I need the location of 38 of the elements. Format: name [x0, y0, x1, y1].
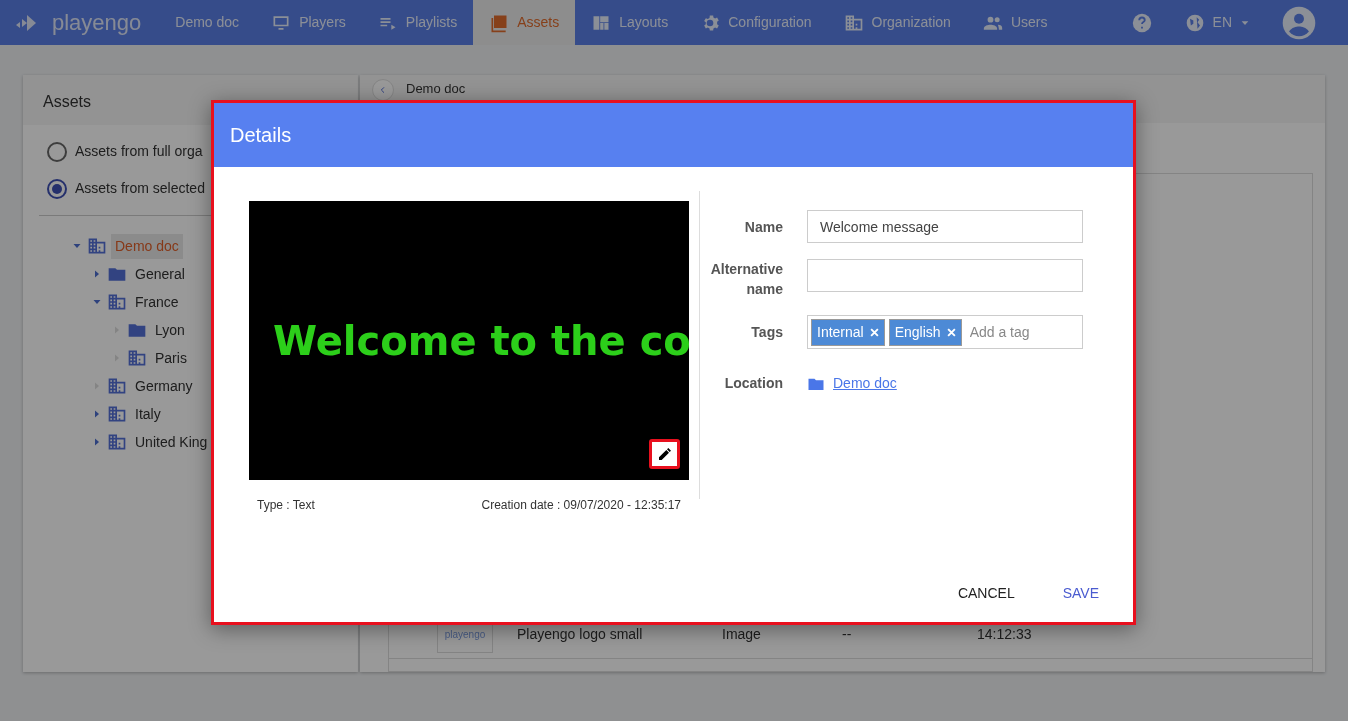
- help-icon: [1130, 11, 1153, 34]
- tree-item[interactable]: United King: [131, 429, 212, 455]
- tag-chip: English: [888, 318, 962, 346]
- text-field[interactable]: [807, 259, 1083, 292]
- table-cell-text: 14:12:33: [977, 625, 1032, 644]
- edit-button[interactable]: [649, 439, 680, 469]
- dialog-title: Details: [230, 123, 292, 148]
- location-link[interactable]: Demo doc: [833, 373, 897, 394]
- tag-chip: Internal: [811, 318, 885, 346]
- creation-date: Creation date : 09/07/2020 - 12:35:17: [481, 497, 681, 514]
- field-label: Tags: [750, 323, 783, 342]
- asset-type: Type : Text: [257, 497, 315, 514]
- field-label: Location: [723, 374, 783, 393]
- tree-item[interactable]: Paris: [151, 345, 191, 371]
- preview-text: Welcome to the co: [273, 316, 691, 366]
- table-cell-text: --: [842, 625, 853, 644]
- tree-item[interactable]: Lyon: [151, 317, 189, 343]
- text-field[interactable]: Welcome message: [807, 210, 1083, 243]
- table-cell-text: Playengo logo small: [517, 625, 644, 644]
- edit-icon: [656, 446, 673, 462]
- radio-option[interactable]: Assets from selected: [31, 170, 350, 207]
- dialog-button[interactable]: CANCEL: [945, 577, 1027, 610]
- tree-item[interactable]: Germany: [131, 373, 197, 399]
- field-label: Alternative name: [709, 260, 783, 299]
- tree-item[interactable]: France: [131, 289, 183, 315]
- avatar-icon: [1282, 5, 1316, 40]
- tree-item[interactable]: Italy: [131, 401, 165, 427]
- tag-field[interactable]: Internal English Add a tag: [807, 315, 1083, 349]
- close-icon: [946, 327, 956, 337]
- globe-icon: [1184, 12, 1205, 33]
- brand-name: playengo: [52, 9, 142, 37]
- tree-item[interactable]: General: [131, 261, 189, 287]
- back-button[interactable]: [372, 79, 394, 101]
- table-cell-text: Image: [722, 625, 762, 644]
- panel-title: Demo doc: [406, 80, 466, 98]
- dialog-button[interactable]: SAVE: [1050, 577, 1111, 610]
- field-label: Name: [743, 218, 783, 237]
- close-icon: [869, 327, 879, 337]
